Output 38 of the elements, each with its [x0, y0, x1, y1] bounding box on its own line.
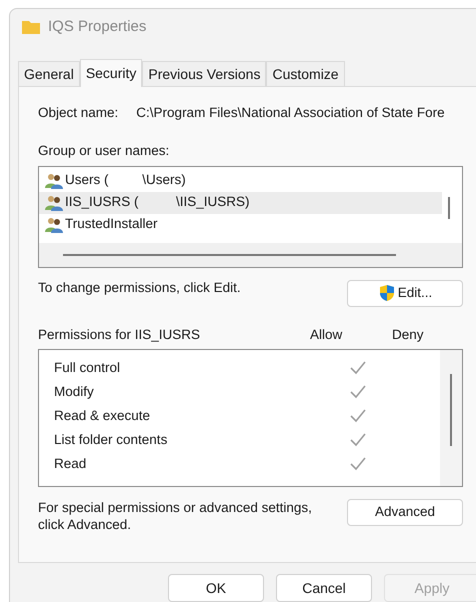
horizontal-scrollbar[interactable] — [39, 242, 462, 266]
object-name-value: C:\Program Files\National Association of State Fore — [136, 104, 445, 122]
permission-row[interactable]: Modify — [39, 380, 440, 404]
permission-name: Modify — [54, 382, 95, 401]
tab[interactable]: Customize — [266, 61, 345, 86]
permission-row[interactable]: Full control — [39, 356, 440, 380]
permission-name: List folder contents — [54, 430, 168, 449]
vertical-scrollbar[interactable] — [440, 350, 462, 486]
change-permissions-hint: To change permissions, click Edit. — [38, 278, 241, 297]
group-list-item[interactable]: Users ( \Users) — [39, 170, 442, 192]
window-title: IQS Properties — [48, 16, 146, 37]
folder-icon — [22, 20, 40, 34]
users-icon — [45, 216, 63, 232]
advanced-hint: For special permissions or advanced settings, click Advanced. — [38, 498, 313, 533]
group-list-label: Group or user names: — [38, 142, 170, 160]
permissions-label: Permissions for IIS_IUSRS — [38, 326, 202, 344]
tab[interactable]: General — [18, 61, 80, 86]
deny-column-header: Deny — [392, 326, 424, 344]
permission-name: Read — [54, 454, 88, 473]
vertical-scrollbar[interactable] — [448, 196, 450, 218]
permission-row[interactable]: Read & execute — [39, 404, 440, 428]
permission-row[interactable]: List folder contents — [39, 428, 440, 452]
group-list-item[interactable]: IIS_IUSRS ( \IIS_IUSRS) — [39, 192, 442, 214]
tab[interactable]: Previous Versions — [142, 61, 266, 86]
dialog-button[interactable]: Cancel — [276, 574, 372, 602]
shield-icon — [378, 284, 396, 302]
advanced-button[interactable]: Advanced — [347, 498, 463, 526]
allow-column-header: Allow — [310, 326, 344, 344]
group-list-item[interactable]: TrustedInstaller — [39, 214, 442, 236]
users-icon — [45, 194, 63, 210]
edit-button[interactable]: Edit... — [347, 280, 463, 306]
permission-name: Full control — [54, 358, 122, 377]
users-icon — [45, 172, 63, 188]
permission-name: Read & execute — [54, 406, 152, 425]
dialog-button[interactable]: OK — [168, 574, 264, 602]
permission-row[interactable]: Read — [39, 452, 440, 476]
object-name-label: Object name: — [38, 104, 118, 122]
tab[interactable]: Security — [80, 59, 142, 87]
